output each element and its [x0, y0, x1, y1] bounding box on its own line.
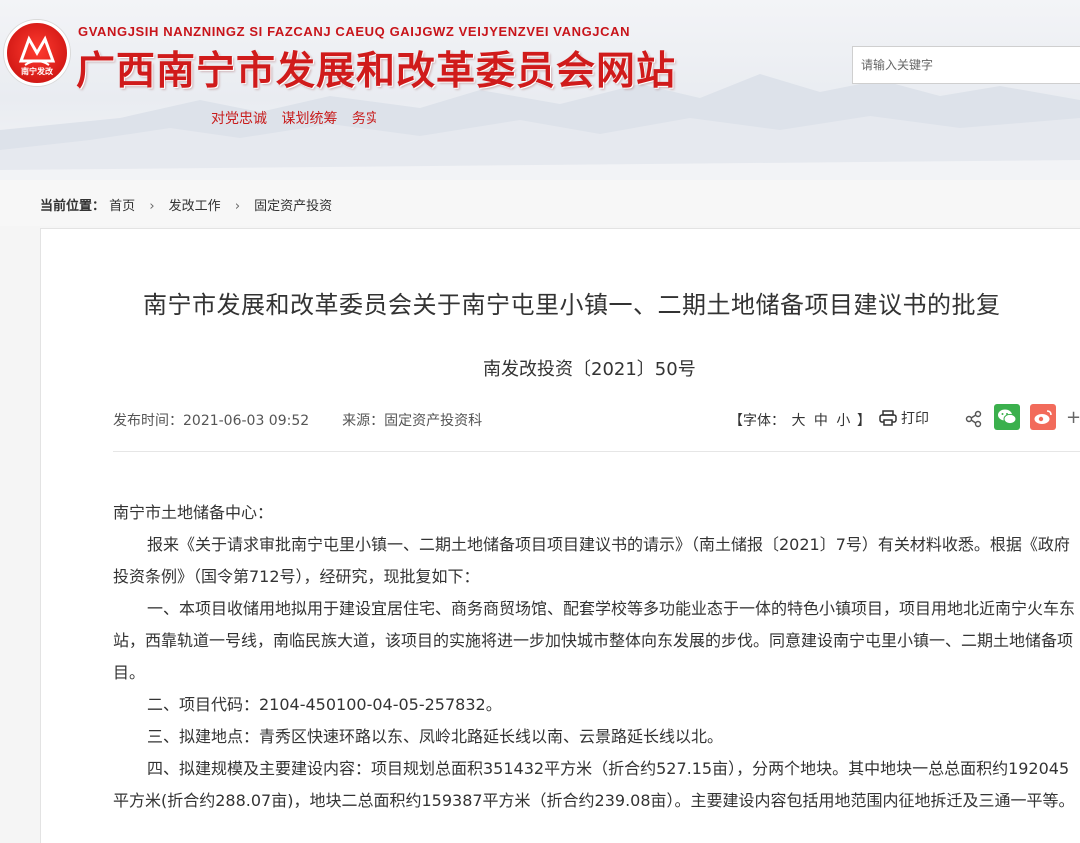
body-paragraph: 报来《关于请求审批南宁屯里小镇一、二期土地储备项目项目建议书的请示》（南土储报〔…	[113, 535, 1070, 586]
font-size-control: 【字体： 大 中 小 】	[729, 410, 871, 430]
body-paragraph: 四、拟建规模及主要建设内容：项目规划总面积351432平方米（折合约527.15…	[113, 759, 1075, 810]
printer-icon	[879, 410, 897, 426]
body-paragraph: 南宁市土地储备中心：	[113, 503, 274, 522]
font-size-end: 】	[856, 413, 871, 429]
more-share-button[interactable]: +	[1066, 407, 1080, 428]
weibo-share-button[interactable]	[1030, 404, 1056, 430]
logo-text: 南宁发改	[21, 67, 53, 76]
breadcrumb-investment-link[interactable]: 固定资产投资	[254, 199, 332, 214]
divider	[113, 451, 1080, 452]
breadcrumb-home-link[interactable]: 首页	[109, 199, 135, 214]
font-size-large-button[interactable]: 大	[791, 413, 805, 429]
site-name-english: GVANGJSIH NANZNINGZ SI FAZCANJ CAEUQ GAI…	[78, 24, 631, 39]
print-button[interactable]: 打印	[879, 408, 929, 428]
print-label: 打印	[901, 411, 929, 427]
publish-time-label: 发布时间：	[113, 413, 183, 429]
wechat-icon	[998, 409, 1017, 425]
breadcrumb-work-link[interactable]: 发改工作	[169, 199, 221, 214]
slogan-item: 谋划统筹	[281, 111, 338, 127]
article-body: 南宁市土地储备中心： 报来《关于请求审批南宁屯里小镇一、二期土地储备项目项目建议…	[113, 497, 1080, 817]
breadcrumb-label: 当前位置：	[40, 199, 106, 214]
font-size-small-button[interactable]: 小	[836, 413, 850, 429]
article-meta: 发布时间：2021-06-03 09:52 来源：固定资产投资科	[113, 410, 482, 430]
publish-time: 2021-06-03 09:52	[183, 413, 310, 429]
body-paragraph: 二、项目代码：2104-450100-04-05-257832。	[147, 695, 502, 714]
breadcrumb: 当前位置： 首页 › 发改工作 › 固定资产投资	[0, 180, 1080, 226]
source-label: 来源：	[342, 413, 385, 429]
site-title: 广西南宁市发展和改革委员会网站	[76, 49, 677, 94]
body-paragraph: 一、本项目收储用地拟用于建设宜居住宅、商务商贸场馆、配套学校等多功能业态于一体的…	[113, 599, 1076, 682]
site-header: 南宁发改 GVANGJSIH NANZNINGZ SI FAZCANJ CAEU…	[0, 0, 1080, 180]
article-title: 南宁市发展和改革委员会关于南宁屯里小镇一、二期土地储备项目建议书的批复	[143, 291, 1001, 319]
search-input[interactable]	[852, 46, 1080, 84]
font-size-medium-button[interactable]: 中	[814, 413, 828, 429]
site-logo[interactable]: 南宁发改	[4, 20, 70, 86]
font-size-label: 【字体：	[729, 413, 785, 429]
article-card: 南宁市发展和改革委员会关于南宁屯里小镇一、二期土地储备项目建议书的批复 南发改投…	[40, 228, 1080, 843]
slogan-bar: 对党忠诚 谋划统筹 务实	[211, 108, 376, 128]
document-number: 南发改投资〔2021〕50号	[483, 359, 696, 380]
wechat-share-button[interactable]	[994, 404, 1020, 430]
chevron-right-icon: ›	[149, 199, 155, 214]
source-value: 固定资产投资科	[384, 413, 483, 429]
slogan-item: 对党忠诚	[211, 111, 267, 127]
chevron-right-icon: ›	[234, 199, 241, 214]
weibo-icon	[1034, 410, 1052, 424]
body-paragraph: 三、拟建地点：青秀区快速环路以东、凤岭北路延长线以南、云景路延长线以北。	[147, 727, 724, 746]
share-icon[interactable]	[965, 410, 983, 428]
slogan-item: 务实	[351, 111, 376, 127]
